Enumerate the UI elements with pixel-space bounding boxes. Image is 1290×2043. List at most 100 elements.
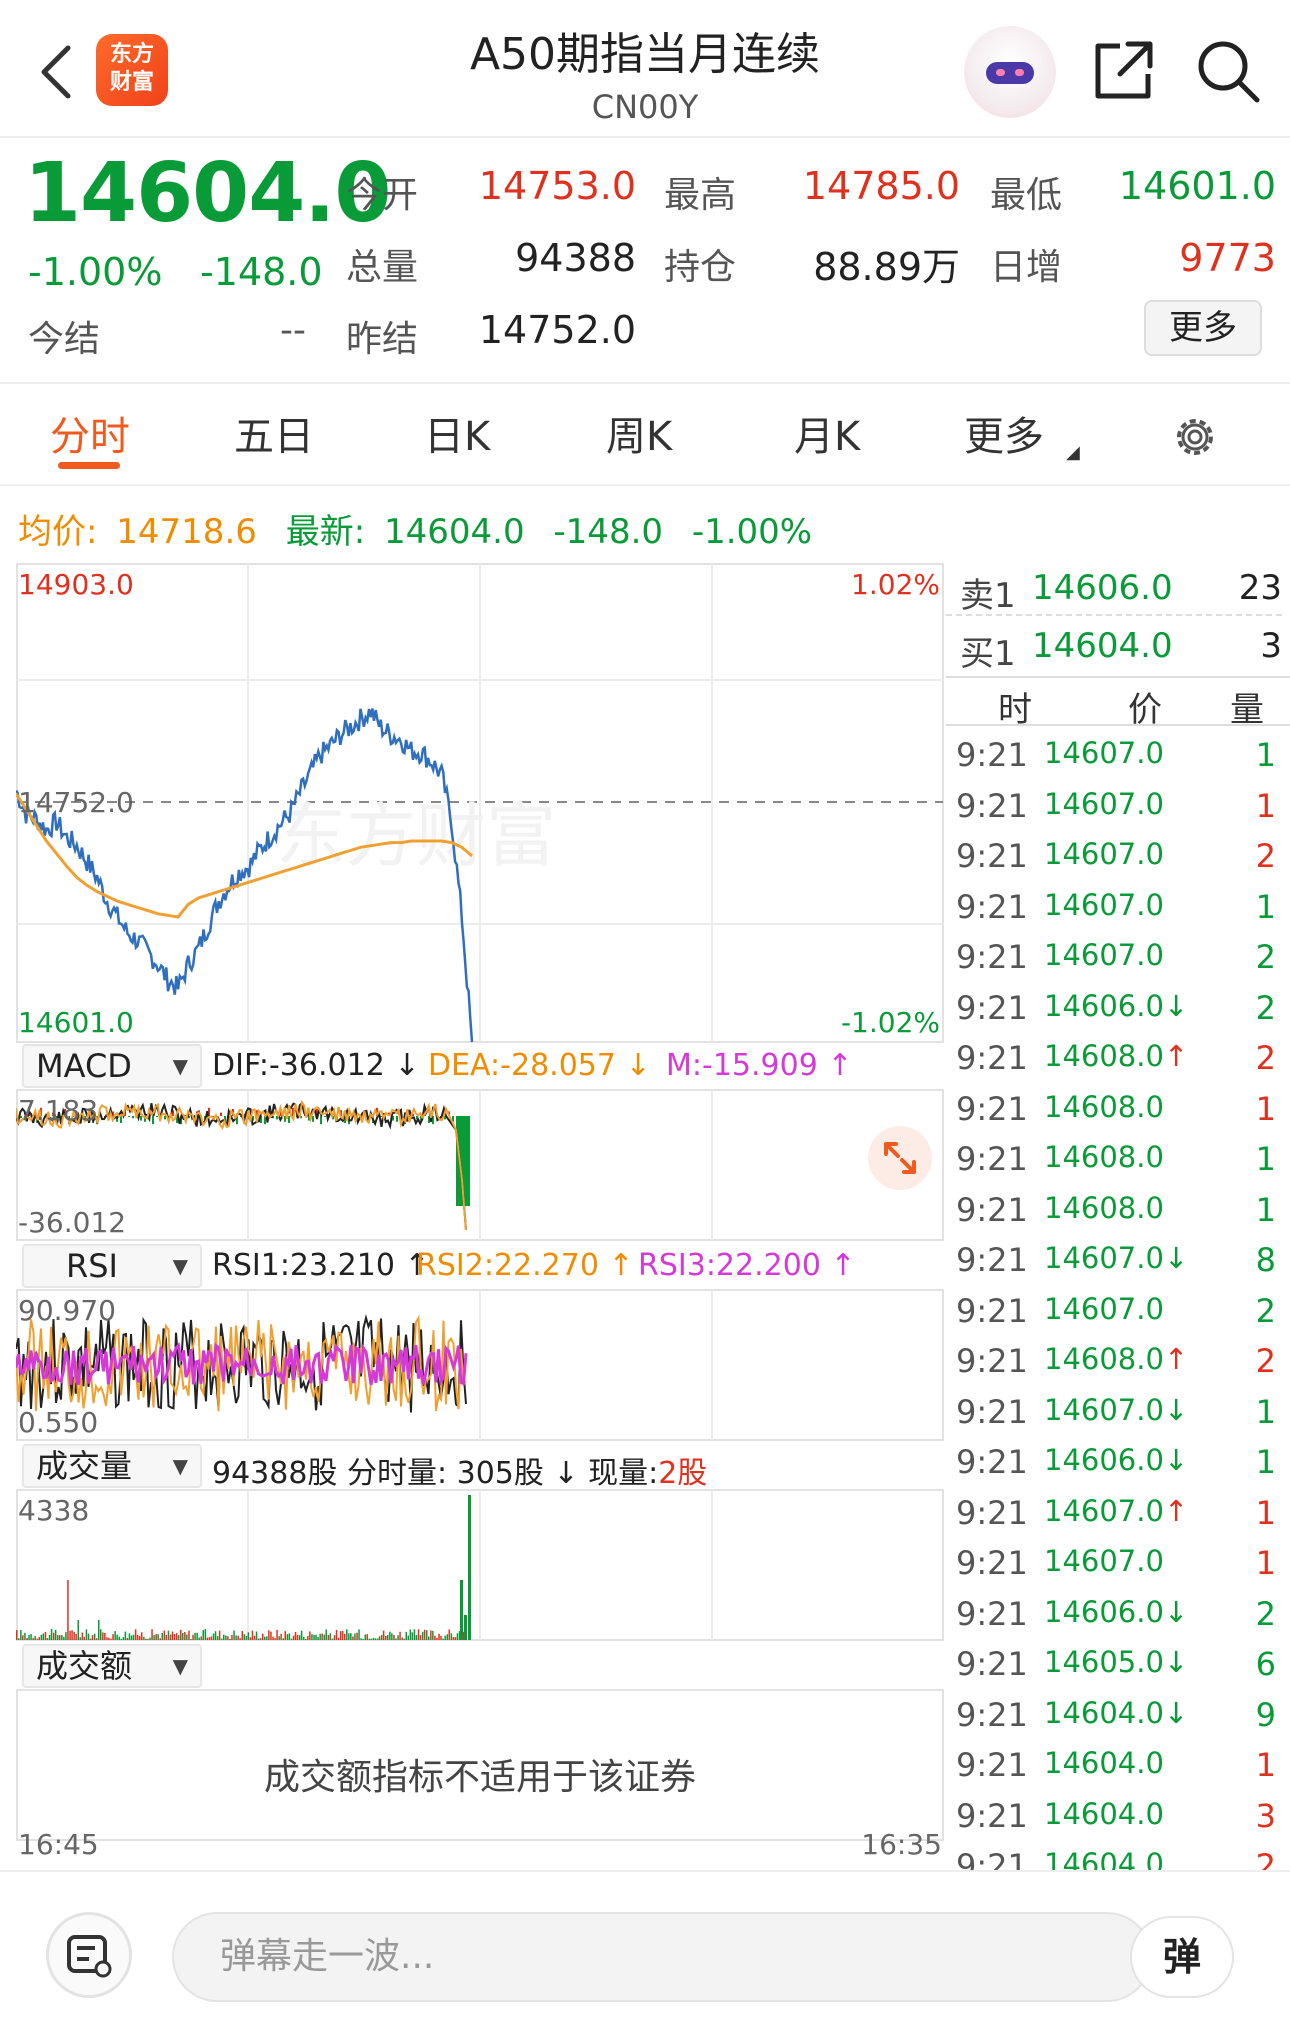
volume-bar bbox=[341, 1631, 344, 1640]
back-button[interactable] bbox=[34, 42, 78, 102]
arrow-down-icon: ↓ bbox=[1163, 1594, 1189, 1629]
rsi1-value: RSI1:23.210 ↑ bbox=[212, 1248, 430, 1283]
volume-indicator-select[interactable]: 成交量 ▼ bbox=[22, 1444, 202, 1488]
volume-bar bbox=[278, 1636, 280, 1640]
volume-bar bbox=[188, 1630, 190, 1640]
app-logo[interactable]: 东方 财富 bbox=[96, 34, 168, 106]
volume-bar bbox=[237, 1635, 239, 1640]
volume-bar bbox=[112, 1634, 114, 1640]
amount-indicator-select[interactable]: 成交额 ▼ bbox=[22, 1644, 202, 1688]
axis-top-pct: 1.02% bbox=[851, 568, 940, 601]
volume-bar bbox=[419, 1635, 422, 1640]
volume-bar bbox=[134, 1629, 137, 1640]
volume-bar bbox=[59, 1635, 61, 1640]
tick-qty: 2 bbox=[1255, 938, 1276, 976]
change-percent: -1.00% bbox=[28, 250, 163, 294]
volume-bar bbox=[251, 1630, 254, 1640]
volume-bar bbox=[93, 1633, 96, 1640]
volume-bar bbox=[184, 1632, 186, 1640]
volume-bar bbox=[430, 1630, 432, 1640]
volume-bar bbox=[30, 1634, 32, 1640]
amount-select-label: 成交额 bbox=[36, 1647, 133, 1685]
arrow-down-icon: ↓ bbox=[1163, 1695, 1189, 1730]
danmu-input[interactable]: 弹幕走一波... bbox=[172, 1912, 1152, 2002]
macd-bar bbox=[156, 1116, 158, 1117]
tab-more[interactable]: 更多 bbox=[964, 404, 1044, 462]
volume-bar bbox=[67, 1580, 69, 1640]
tab-weekly-k[interactable]: 周K bbox=[606, 404, 672, 462]
volume-bar bbox=[450, 1633, 453, 1640]
chart-area[interactable]: 东方财富 14903.0 14752.0 14601.0 1.02% -1.02… bbox=[16, 560, 944, 1865]
volume-bar bbox=[350, 1633, 352, 1640]
tick-price: 14608.0↑ bbox=[1044, 1039, 1189, 1073]
assistant-robot-icon[interactable] bbox=[964, 26, 1056, 118]
tab-intraday[interactable]: 分时 bbox=[50, 404, 130, 462]
tick-qty: 6 bbox=[1255, 1645, 1276, 1683]
arrow-up-icon: ↑ bbox=[1163, 1342, 1189, 1376]
chart-settings-button[interactable] bbox=[1170, 412, 1220, 462]
volume-bar bbox=[155, 1634, 157, 1640]
rsi-axis-bottom: 0.550 bbox=[18, 1406, 99, 1439]
search-button[interactable] bbox=[1195, 38, 1261, 104]
tick-price: 14606.0↓ bbox=[1044, 1443, 1189, 1477]
volume-bar bbox=[171, 1631, 174, 1640]
dropdown-arrow-icon: ▼ bbox=[172, 1654, 188, 1678]
tab-monthly-k[interactable]: 月K bbox=[794, 404, 860, 462]
volume-bar bbox=[192, 1634, 194, 1640]
tick-time: 9:21 bbox=[956, 1493, 1028, 1532]
volume-bar bbox=[139, 1636, 141, 1640]
tick-row: 9:21 14608.0 1 bbox=[946, 1191, 1276, 1241]
tick-qty: 2 bbox=[1255, 837, 1276, 875]
ask-1-label: 卖1 bbox=[960, 576, 1016, 616]
volume-bar bbox=[346, 1629, 348, 1640]
volume-bar bbox=[24, 1632, 26, 1640]
volume-bar bbox=[456, 1633, 459, 1640]
rsi-indicator-select[interactable]: RSI ▼ bbox=[22, 1244, 202, 1288]
tab-daily-k[interactable]: 日K bbox=[424, 404, 490, 462]
last-price: 14604.0 bbox=[24, 146, 391, 241]
volume-bar bbox=[120, 1638, 122, 1640]
message-button[interactable] bbox=[46, 1912, 132, 1998]
expand-chart-button[interactable] bbox=[868, 1126, 932, 1190]
volume-bar bbox=[177, 1635, 180, 1640]
volume-bar bbox=[98, 1620, 100, 1640]
volume-bar bbox=[262, 1633, 264, 1640]
ticks-header-time: 时 bbox=[998, 690, 1032, 730]
volume-bar bbox=[368, 1638, 371, 1640]
tick-qty: 2 bbox=[1255, 1594, 1276, 1633]
tick-time: 9:21 bbox=[956, 1140, 1028, 1178]
volume-select-label: 成交量 bbox=[36, 1447, 133, 1485]
volume-bar bbox=[212, 1633, 215, 1640]
volume-bar bbox=[380, 1634, 383, 1640]
tick-row: 9:21 14608.0↑ 2 bbox=[946, 1039, 1276, 1089]
volume-bar bbox=[409, 1629, 412, 1640]
tick-time: 9:21 bbox=[956, 887, 1028, 926]
tick-qty: 1 bbox=[1255, 1544, 1276, 1582]
volume-bar bbox=[81, 1632, 84, 1640]
volume-bar bbox=[149, 1637, 151, 1640]
tab-five-day[interactable]: 五日 bbox=[234, 404, 314, 462]
share-button[interactable] bbox=[1090, 38, 1156, 104]
tab-more-caret-icon: ◢ bbox=[1066, 442, 1080, 463]
volume-bar bbox=[374, 1638, 377, 1640]
volume-bar bbox=[270, 1631, 272, 1640]
volume-bar bbox=[305, 1639, 307, 1640]
danmu-toggle-button[interactable]: 弹 bbox=[1130, 1916, 1234, 1998]
tick-row: 9:21 14604.0↓ 9 bbox=[946, 1696, 1276, 1746]
ticks-header-price: 价 bbox=[1128, 690, 1162, 730]
tick-price: 14607.0 bbox=[1044, 887, 1164, 922]
expand-icon bbox=[884, 1142, 916, 1174]
volume-bar bbox=[91, 1634, 94, 1640]
dropdown-arrow-icon: ▼ bbox=[172, 1454, 188, 1478]
volume-bar bbox=[452, 1637, 455, 1640]
volume-bar bbox=[206, 1637, 209, 1640]
volume-bar bbox=[426, 1630, 428, 1640]
volume-bar bbox=[268, 1630, 270, 1640]
tick-row: 9:21 14606.0↓ 1 bbox=[946, 1443, 1276, 1493]
axis-bottom-price: 14601.0 bbox=[18, 1006, 134, 1039]
macd-indicator-select[interactable]: MACD ▼ bbox=[22, 1044, 202, 1088]
volume-bar bbox=[331, 1638, 334, 1640]
high-label: 最高 bbox=[664, 175, 737, 216]
more-quote-button[interactable]: 更多 bbox=[1144, 300, 1262, 356]
volume-bar bbox=[434, 1635, 436, 1640]
